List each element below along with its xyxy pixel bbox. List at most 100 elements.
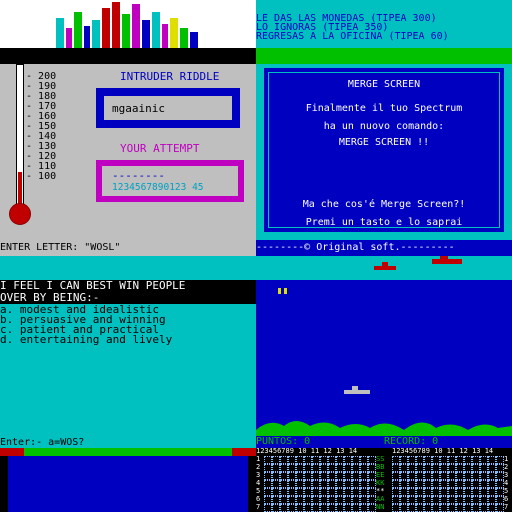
grid-cell[interactable] xyxy=(392,496,400,504)
grid-cell[interactable] xyxy=(360,488,368,496)
grid-cell[interactable] xyxy=(264,480,272,488)
grid-cell[interactable] xyxy=(360,456,368,464)
grid-cell[interactable] xyxy=(472,504,480,512)
grid-cell[interactable] xyxy=(304,488,312,496)
grid-cell[interactable] xyxy=(264,496,272,504)
grid-cell[interactable] xyxy=(496,496,504,504)
grid-cell[interactable] xyxy=(344,456,352,464)
grid-cell[interactable] xyxy=(352,456,360,464)
grid-cell[interactable] xyxy=(264,464,272,472)
grid-cell[interactable] xyxy=(344,480,352,488)
grid-cell[interactable] xyxy=(280,504,288,512)
grid-cell[interactable] xyxy=(464,496,472,504)
grid-cell[interactable] xyxy=(448,480,456,488)
grid-cell[interactable] xyxy=(312,480,320,488)
player-grid[interactable] xyxy=(264,456,376,512)
grid-cell[interactable] xyxy=(432,464,440,472)
grid-cell[interactable] xyxy=(416,464,424,472)
grid-cell[interactable] xyxy=(304,504,312,512)
grid-cell[interactable] xyxy=(472,456,480,464)
grid-cell[interactable] xyxy=(400,496,408,504)
grid-cell[interactable] xyxy=(424,472,432,480)
grid-cell[interactable] xyxy=(336,496,344,504)
grid-cell[interactable] xyxy=(360,472,368,480)
grid-cell[interactable] xyxy=(456,488,464,496)
grid-cell[interactable] xyxy=(456,464,464,472)
grid-cell[interactable] xyxy=(368,488,376,496)
grid-cell[interactable] xyxy=(400,456,408,464)
grid-cell[interactable] xyxy=(392,504,400,512)
grid-cell[interactable] xyxy=(272,480,280,488)
grid-cell[interactable] xyxy=(288,464,296,472)
grid-cell[interactable] xyxy=(488,456,496,464)
grid-cell[interactable] xyxy=(264,472,272,480)
grid-cell[interactable] xyxy=(416,504,424,512)
grid-cell[interactable] xyxy=(352,464,360,472)
grid-cell[interactable] xyxy=(288,504,296,512)
grid-cell[interactable] xyxy=(416,472,424,480)
grid-cell[interactable] xyxy=(408,496,416,504)
grid-cell[interactable] xyxy=(304,480,312,488)
grid-cell[interactable] xyxy=(328,496,336,504)
grid-cell[interactable] xyxy=(288,496,296,504)
grid-cell[interactable] xyxy=(296,464,304,472)
grid-cell[interactable] xyxy=(272,504,280,512)
grid-cell[interactable] xyxy=(264,488,272,496)
grid-cell[interactable] xyxy=(328,472,336,480)
grid-cell[interactable] xyxy=(368,472,376,480)
grid-cell[interactable] xyxy=(328,456,336,464)
grid-cell[interactable] xyxy=(448,496,456,504)
grid-cell[interactable] xyxy=(440,480,448,488)
grid-cell[interactable] xyxy=(312,496,320,504)
grid-cell[interactable] xyxy=(408,488,416,496)
grid-cell[interactable] xyxy=(488,472,496,480)
grid-cell[interactable] xyxy=(344,488,352,496)
grid-cell[interactable] xyxy=(264,456,272,464)
grid-cell[interactable] xyxy=(408,504,416,512)
grid-cell[interactable] xyxy=(320,472,328,480)
grid-cell[interactable] xyxy=(320,464,328,472)
grid-cell[interactable] xyxy=(456,480,464,488)
grid-cell[interactable] xyxy=(352,504,360,512)
grid-cell[interactable] xyxy=(272,464,280,472)
grid-cell[interactable] xyxy=(288,472,296,480)
grid-cell[interactable] xyxy=(336,504,344,512)
grid-cell[interactable] xyxy=(408,456,416,464)
grid-cell[interactable] xyxy=(472,496,480,504)
grid-cell[interactable] xyxy=(496,472,504,480)
grid-cell[interactable] xyxy=(488,496,496,504)
grid-cell[interactable] xyxy=(344,472,352,480)
grid-cell[interactable] xyxy=(368,496,376,504)
grid-cell[interactable] xyxy=(464,456,472,464)
grid-cell[interactable] xyxy=(424,456,432,464)
grid-cell[interactable] xyxy=(392,488,400,496)
grid-cell[interactable] xyxy=(496,480,504,488)
grid-cell[interactable] xyxy=(432,488,440,496)
grid-cell[interactable] xyxy=(304,464,312,472)
grid-cell[interactable] xyxy=(280,496,288,504)
grid-cell[interactable] xyxy=(496,464,504,472)
grid-cell[interactable] xyxy=(448,488,456,496)
grid-cell[interactable] xyxy=(480,504,488,512)
grid-cell[interactable] xyxy=(448,472,456,480)
grid-cell[interactable] xyxy=(320,504,328,512)
grid-cell[interactable] xyxy=(448,456,456,464)
grid-cell[interactable] xyxy=(392,472,400,480)
grid-cell[interactable] xyxy=(336,480,344,488)
grid-cell[interactable] xyxy=(304,456,312,464)
grid-cell[interactable] xyxy=(312,456,320,464)
grid-cell[interactable] xyxy=(280,456,288,464)
grid-cell[interactable] xyxy=(320,480,328,488)
grid-cell[interactable] xyxy=(296,456,304,464)
grid-cell[interactable] xyxy=(456,496,464,504)
grid-cell[interactable] xyxy=(432,480,440,488)
grid-cell[interactable] xyxy=(496,456,504,464)
grid-cell[interactable] xyxy=(328,488,336,496)
attempt-box[interactable]: -------- 1234567890123 45 xyxy=(96,160,244,202)
grid-cell[interactable] xyxy=(320,496,328,504)
grid-cell[interactable] xyxy=(392,456,400,464)
grid-cell[interactable] xyxy=(424,464,432,472)
grid-cell[interactable] xyxy=(392,464,400,472)
grid-cell[interactable] xyxy=(360,464,368,472)
grid-cell[interactable] xyxy=(424,496,432,504)
